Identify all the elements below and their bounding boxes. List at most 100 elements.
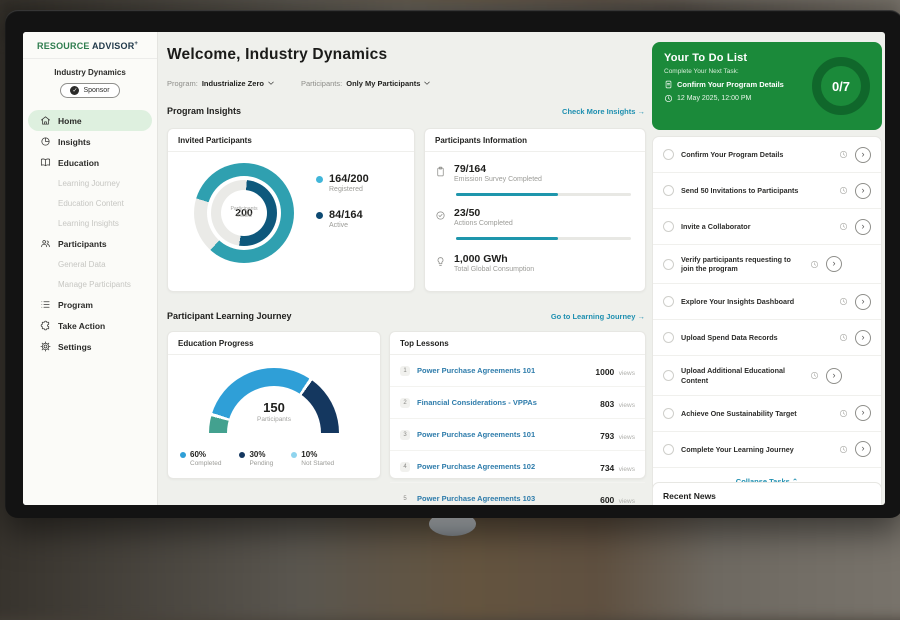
donut-center-label: Invited [236, 213, 251, 219]
clock-icon [839, 186, 848, 195]
task-row[interactable]: Send 50 Invitations to Participants › [653, 173, 881, 209]
card-title: Invited Participants [168, 129, 414, 152]
legend-pct: 10% [301, 450, 317, 459]
sidebar-item-insights[interactable]: Insights [28, 131, 152, 152]
education-gauge-chart: 150 Participants [209, 368, 339, 433]
task-chevron-button[interactable]: › [855, 405, 871, 421]
lesson-link[interactable]: Power Purchase Agreements 101 [417, 430, 593, 439]
task-chevron-button[interactable]: › [855, 441, 871, 457]
sidebar-item-manage-participants[interactable]: Manage Participants [28, 274, 152, 294]
task-label: Upload Spend Data Records [681, 333, 832, 343]
task-row[interactable]: Upload Spend Data Records › [653, 320, 881, 356]
task-row[interactable]: Invite a Collaborator › [653, 209, 881, 245]
lesson-link[interactable]: Power Purchase Agreements 103 [417, 494, 593, 503]
sidebar-item-general-data[interactable]: General Data [28, 254, 152, 274]
legend-label: Pending [249, 460, 273, 467]
sidebar-item-label: Home [58, 116, 82, 126]
gauge-legend: 60% Completed 30% Pending 10% Not Starte… [180, 450, 374, 467]
sidebar-item-settings[interactable]: Settings [28, 336, 152, 357]
task-row[interactable]: Verify participants requesting to join t… [653, 245, 881, 284]
sidebar-item-home[interactable]: Home [28, 110, 152, 131]
task-checkbox[interactable] [663, 259, 674, 270]
task-row[interactable]: Achieve One Sustainability Target › [653, 396, 881, 432]
actions-progress-bar [456, 237, 631, 240]
task-chevron-button[interactable]: › [855, 294, 871, 310]
sidebar-item-program[interactable]: Program [28, 294, 152, 315]
task-chevron-button[interactable]: › [855, 219, 871, 235]
chevron-down-icon [423, 79, 431, 87]
invited-donut-outer: 200 ParticipantsInvited [194, 163, 294, 263]
participants-filter[interactable]: Participants:Only My Participants [301, 79, 431, 88]
legend-label: Registered [329, 186, 369, 193]
legend-item-not-started: 10% Not Started [291, 450, 334, 467]
task-checkbox[interactable] [663, 296, 674, 307]
go-to-learning-journey-link[interactable]: Go to Learning Journey [551, 312, 645, 321]
legend-label: Active [329, 222, 363, 229]
org-name: Industry Dynamics [23, 68, 157, 77]
lesson-row: 3 Power Purchase Agreements 101 793 view… [390, 419, 645, 451]
task-row[interactable]: Complete Your Learning Journey › [653, 432, 881, 468]
task-checkbox[interactable] [663, 332, 674, 343]
card-title: Participants Information [425, 129, 645, 152]
task-checkbox[interactable] [663, 185, 674, 196]
lesson-views-suffix: views [619, 434, 635, 441]
sidebar-item-education-content[interactable]: Education Content [28, 193, 152, 213]
legend-dot [316, 212, 323, 219]
participants-information-card: Participants Information 79/164 Emission… [424, 128, 646, 292]
main-content: Welcome, Industry Dynamics Program:Indus… [158, 32, 648, 505]
lesson-rank: 3 [400, 430, 410, 440]
task-chevron-button[interactable]: › [855, 183, 871, 199]
check-more-insights-link[interactable]: Check More Insights [562, 107, 645, 116]
task-label: Complete Your Learning Journey [681, 445, 832, 455]
sidebar-item-label: Program [58, 300, 93, 310]
sidebar-item-take-action[interactable]: Take Action [28, 315, 152, 336]
lesson-link[interactable]: Power Purchase Agreements 102 [417, 462, 593, 471]
clock-icon [810, 371, 819, 380]
task-chevron-button[interactable]: › [826, 368, 842, 384]
clock-icon [839, 409, 848, 418]
todo-task-list: Confirm Your Program Details › Send 50 I… [652, 136, 882, 496]
clock-icon [839, 150, 848, 159]
program-filter[interactable]: Program:Industrialize Zero [167, 79, 275, 88]
task-row[interactable]: Upload Additional Educational Content › [653, 356, 881, 395]
section-title: Participant Learning Journey [167, 311, 292, 321]
legend-label: Not Started [301, 460, 334, 467]
sidebar-item-label: Participants [58, 239, 107, 249]
sidebar-item-learning-journey[interactable]: Learning Journey [28, 173, 152, 193]
lesson-row: 2 Financial Considerations - VPPAs 803 v… [390, 387, 645, 419]
task-checkbox[interactable] [663, 370, 674, 381]
todo-panel: Your To Do List Complete Your Next Task:… [652, 32, 882, 505]
task-label: Achieve One Sustainability Target [681, 409, 832, 419]
task-chevron-button[interactable]: › [826, 256, 842, 272]
stat-actions: 23/50 Actions Completed [435, 207, 633, 227]
lesson-link[interactable]: Power Purchase Agreements 101 [417, 366, 588, 375]
sidebar-item-education[interactable]: Education [28, 152, 152, 173]
task-row[interactable]: Explore Your Insights Dashboard › [653, 284, 881, 320]
task-checkbox[interactable] [663, 408, 674, 419]
education-progress-card: Education Progress 150 Participants 60% … [167, 331, 381, 479]
app-logo: RESOURCE ADVISOR+ [23, 32, 157, 59]
sponsor-label: Sponsor [83, 87, 109, 94]
chevron-down-icon [267, 79, 275, 87]
emission-progress-bar [456, 193, 631, 196]
lesson-link[interactable]: Financial Considerations - VPPAs [417, 398, 593, 407]
home-icon [40, 115, 51, 126]
logo-plus: + [134, 41, 138, 47]
task-chevron-button[interactable]: › [855, 330, 871, 346]
task-label: Invite a Collaborator [681, 222, 832, 232]
todo-progress-ring: 0/7 [812, 57, 870, 115]
legend-value: 84/164 [329, 209, 363, 221]
legend-item-completed: 60% Completed [180, 450, 221, 467]
task-row[interactable]: Confirm Your Program Details › [653, 137, 881, 173]
todo-due-date: 12 May 2025, 12:00 PM [677, 95, 751, 102]
legend-dot [316, 176, 323, 183]
sidebar-item-participants[interactable]: Participants [28, 233, 152, 254]
task-checkbox[interactable] [663, 149, 674, 160]
legend-dot [291, 452, 297, 458]
task-checkbox[interactable] [663, 444, 674, 455]
task-label: Send 50 Invitations to Participants [681, 186, 832, 196]
sidebar-item-learning-insights[interactable]: Learning Insights [28, 213, 152, 233]
task-checkbox[interactable] [663, 221, 674, 232]
stat-label: Total Global Consumption [454, 266, 534, 273]
task-chevron-button[interactable]: › [855, 147, 871, 163]
